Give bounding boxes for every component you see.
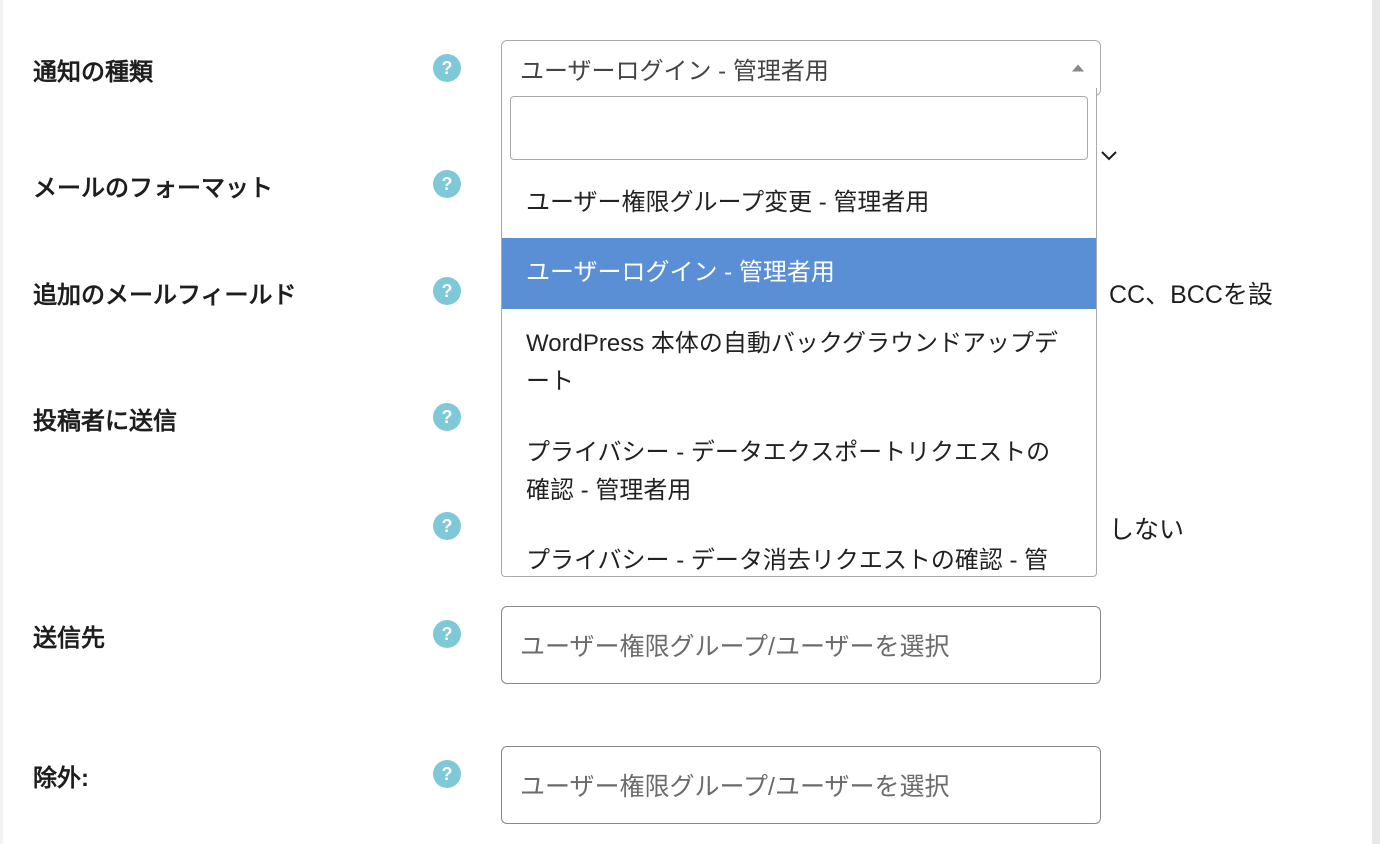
label-notification-type: 通知の種類: [33, 40, 433, 87]
help-icon[interactable]: ?: [433, 620, 461, 648]
help-icon[interactable]: ?: [433, 277, 461, 305]
row-exclude: 除外: ? ユーザー権限グループ/ユーザーを選択: [33, 746, 1342, 824]
dropdown-search-wrap: [502, 88, 1096, 168]
dropdown-search-input[interactable]: [510, 96, 1088, 160]
help-icon[interactable]: ?: [433, 403, 461, 431]
help-icon[interactable]: ?: [433, 54, 461, 82]
label-exclude: 除外:: [33, 746, 433, 793]
additional-fields-hint: CC、BCCを設: [1109, 263, 1273, 311]
notification-type-selected-value: ユーザーログイン - 管理者用: [520, 51, 829, 86]
exclude-placeholder: ユーザー権限グループ/ユーザーを選択: [520, 767, 949, 803]
dropdown-option[interactable]: プライバシー - データ消去リクエストの確認 - 管理者用: [502, 526, 1096, 576]
dropdown-option-selected[interactable]: ユーザーログイン - 管理者用: [502, 238, 1096, 308]
dropdown-option[interactable]: WordPress 本体の自動バックグラウンドアップデート: [502, 309, 1096, 418]
chevron-up-icon: [1072, 65, 1084, 72]
destination-input[interactable]: ユーザー権限グループ/ユーザーを選択: [501, 606, 1101, 684]
label-mail-format: メールのフォーマット: [33, 156, 433, 203]
control-exclude: ユーザー権限グループ/ユーザーを選択: [501, 746, 1101, 824]
dropdown-option[interactable]: プライバシー - データエクスポートリクエストの確認 - 管理者用: [502, 418, 1096, 527]
dropdown-option[interactable]: ユーザー権限グループ変更 - 管理者用: [502, 168, 1096, 238]
control-destination: ユーザー権限グループ/ユーザーを選択: [501, 606, 1101, 684]
label-destination: 送信先: [33, 606, 433, 653]
destination-placeholder: ユーザー権限グループ/ユーザーを選択: [520, 627, 949, 663]
row-destination: 送信先 ? ユーザー権限グループ/ユーザーを選択: [33, 606, 1342, 684]
label-additional-fields: 追加のメールフィールド: [33, 263, 433, 310]
settings-form: 通知の種類 ? ユーザーログイン - 管理者用 メールのフォーマット ? 追加の…: [0, 0, 1380, 844]
label-blank: [33, 498, 433, 510]
help-icon[interactable]: ?: [433, 760, 461, 788]
notification-type-dropdown: ユーザー権限グループ変更 - 管理者用 ユーザーログイン - 管理者用 Word…: [501, 88, 1097, 577]
do-not-send-hint: しない: [1109, 498, 1184, 546]
help-icon[interactable]: ?: [433, 170, 461, 198]
help-icon[interactable]: ?: [433, 512, 461, 540]
dropdown-option-list: ユーザー権限グループ変更 - 管理者用 ユーザーログイン - 管理者用 Word…: [502, 168, 1096, 576]
exclude-input[interactable]: ユーザー権限グループ/ユーザーを選択: [501, 746, 1101, 824]
label-send-to-author: 投稿者に送信: [33, 389, 433, 436]
